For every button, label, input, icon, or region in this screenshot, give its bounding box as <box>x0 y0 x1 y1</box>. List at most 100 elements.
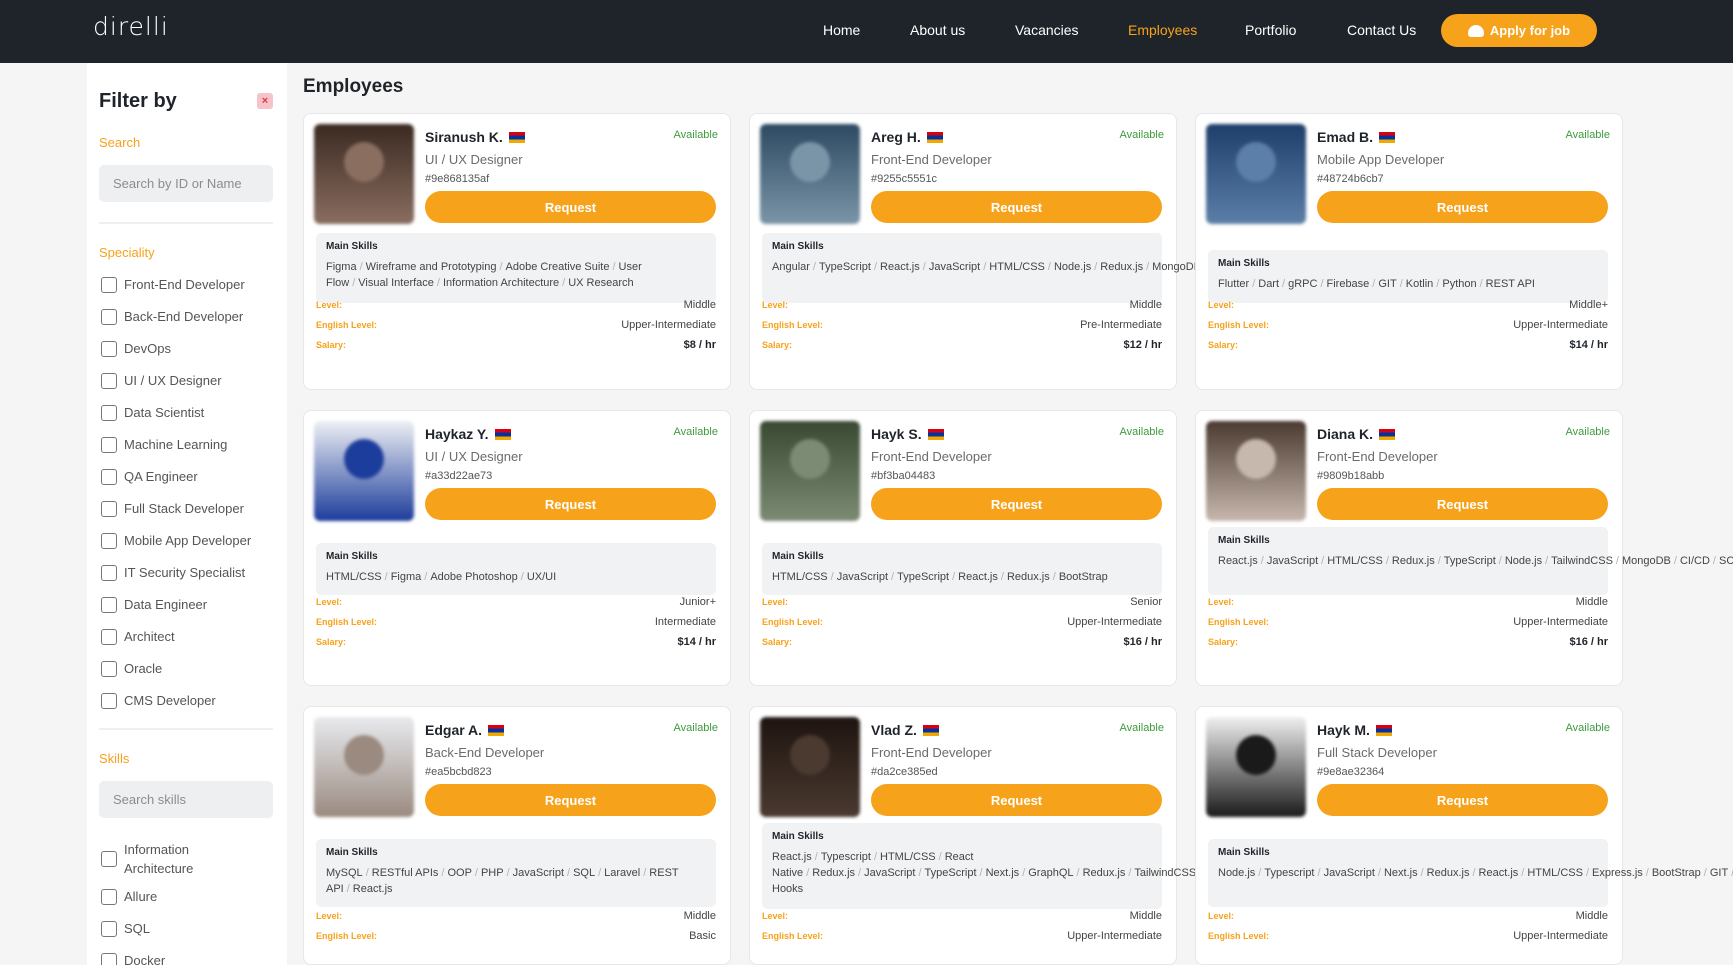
skill-checkbox-row[interactable]: SQL <box>101 919 150 938</box>
skill-tag: MySQL <box>326 867 363 879</box>
speciality-checkbox-row[interactable]: IT Security Specialist <box>101 563 245 582</box>
speciality-checkbox-row[interactable]: QA Engineer <box>101 467 198 486</box>
checkbox[interactable] <box>101 952 117 965</box>
close-icon[interactable]: × <box>257 93 273 109</box>
logo[interactable]: direlli <box>93 12 169 41</box>
employee-photo <box>1206 421 1306 521</box>
request-button[interactable]: Request <box>425 784 716 816</box>
skill-separator: / <box>873 851 878 863</box>
request-button[interactable]: Request <box>425 191 716 223</box>
level-row: Level: Middle <box>762 299 1162 311</box>
checkbox[interactable] <box>101 372 117 389</box>
skill-checkbox-row[interactable]: Information Architecture <box>101 840 234 878</box>
skill-separator: / <box>1282 278 1286 290</box>
checkbox[interactable] <box>101 276 117 293</box>
employee-card: Hayk M. Available Full Stack Developer #… <box>1195 706 1733 965</box>
armenia-flag-icon <box>927 428 944 440</box>
level-label: Level: <box>316 300 343 310</box>
nav-contact-us[interactable]: Contact Us <box>1347 22 1416 38</box>
request-button[interactable]: Request <box>1317 488 1608 520</box>
speciality-checkbox-row[interactable]: Full Stack Developer <box>101 499 244 518</box>
checkbox[interactable] <box>101 596 117 613</box>
speciality-checkbox-row[interactable]: UI / UX Designer <box>101 371 222 390</box>
skill-tag: MongoDB <box>1621 555 1671 567</box>
skill-separator: / <box>1385 555 1389 567</box>
speciality-checkbox-row[interactable]: Mobile App Developer <box>101 531 251 550</box>
skill-separator: / <box>1047 261 1051 273</box>
armenia-flag-icon <box>1379 428 1396 440</box>
skill-separator: / <box>1703 867 1707 879</box>
employee-name: Hayk S. <box>871 426 922 442</box>
speciality-checkbox-row[interactable]: Machine Learning <box>101 435 227 454</box>
checkbox[interactable] <box>101 308 117 325</box>
request-button[interactable]: Request <box>871 191 1162 223</box>
level-row: Level: Middle <box>316 910 716 922</box>
speciality-checkbox-row[interactable]: Oracle <box>101 659 162 678</box>
skill-tag: Information Architecture <box>442 277 560 289</box>
skill-tag: Figma <box>390 571 422 583</box>
checkbox[interactable] <box>101 500 117 517</box>
nav-portfolio[interactable]: Portfolio <box>1245 22 1296 38</box>
skills-search-input[interactable] <box>99 781 273 818</box>
skill-separator: / <box>643 867 647 879</box>
availability-status: Available <box>673 722 718 734</box>
employee-id: #9255c5551c <box>871 173 938 185</box>
checkbox[interactable] <box>101 436 117 453</box>
skill-checkbox-row[interactable]: Allure <box>101 887 157 906</box>
employee-photo <box>1206 124 1306 224</box>
request-button[interactable]: Request <box>1317 784 1608 816</box>
skills-label: Skills <box>99 751 130 766</box>
checkbox[interactable] <box>101 692 117 709</box>
checkbox[interactable] <box>101 532 117 549</box>
checkbox[interactable] <box>101 851 117 867</box>
request-button[interactable]: Request <box>425 488 716 520</box>
skill-tag: Flutter <box>1218 278 1250 290</box>
english-level-label: English Level: <box>762 931 824 941</box>
speciality-checkbox-row[interactable]: Back-End Developer <box>101 307 243 326</box>
skill-tag: GIT <box>1378 278 1397 290</box>
nav-home[interactable]: Home <box>823 22 860 38</box>
checkbox[interactable] <box>101 404 117 421</box>
skill-tag: Typescript <box>1264 867 1315 879</box>
checkbox[interactable] <box>101 628 117 645</box>
speciality-checkbox-row[interactable]: Data Scientist <box>101 403 204 422</box>
main-skills-box: Main Skills React.js / Typescript / HTML/CSS… <box>762 823 1273 909</box>
availability-status: Available <box>1119 426 1164 438</box>
apply-for-job-button[interactable]: Apply for job <box>1441 14 1597 47</box>
employee-id: #da2ce385ed <box>871 766 938 778</box>
checkbox[interactable] <box>101 888 117 905</box>
skill-checkbox-row[interactable]: Docker <box>101 951 165 965</box>
checkbox[interactable] <box>101 468 117 485</box>
skill-separator: / <box>1094 261 1098 273</box>
skill-separator: / <box>873 261 878 273</box>
level-value: Middle+ <box>1569 299 1608 311</box>
speciality-option-label: QA Engineer <box>124 469 198 484</box>
skill-tag: Laravel <box>604 867 641 879</box>
speciality-checkbox-row[interactable]: Data Engineer <box>101 595 207 614</box>
checkbox[interactable] <box>101 564 117 581</box>
search-input[interactable] <box>99 165 273 202</box>
english-level-row: English Level: Basic <box>316 930 716 942</box>
skill-separator: / <box>858 867 862 879</box>
request-button[interactable]: Request <box>871 488 1162 520</box>
checkbox[interactable] <box>101 920 117 937</box>
request-button[interactable]: Request <box>1317 191 1608 223</box>
skill-tag: Visual Interface <box>358 277 434 289</box>
speciality-checkbox-row[interactable]: Front-End Developer <box>101 275 245 294</box>
checkbox[interactable] <box>101 660 117 677</box>
employee-photo <box>760 421 860 521</box>
speciality-checkbox-row[interactable]: CMS Developer <box>101 691 216 710</box>
skill-separator: / <box>424 571 428 583</box>
skill-separator: / <box>922 261 926 273</box>
nav-vacancies[interactable]: Vacancies <box>1015 22 1079 38</box>
request-button[interactable]: Request <box>871 784 1162 816</box>
checkbox[interactable] <box>101 340 117 357</box>
speciality-checkbox-row[interactable]: Architect <box>101 627 175 646</box>
skill-separator: / <box>1052 571 1056 583</box>
speciality-checkbox-row[interactable]: DevOps <box>101 339 171 358</box>
main-skills-title: Main Skills <box>1218 535 1270 546</box>
nav-employees[interactable]: Employees <box>1128 22 1197 38</box>
armenia-flag-icon <box>1379 131 1396 143</box>
skill-option-label: SQL <box>124 921 151 936</box>
nav-about-us[interactable]: About us <box>910 22 965 38</box>
